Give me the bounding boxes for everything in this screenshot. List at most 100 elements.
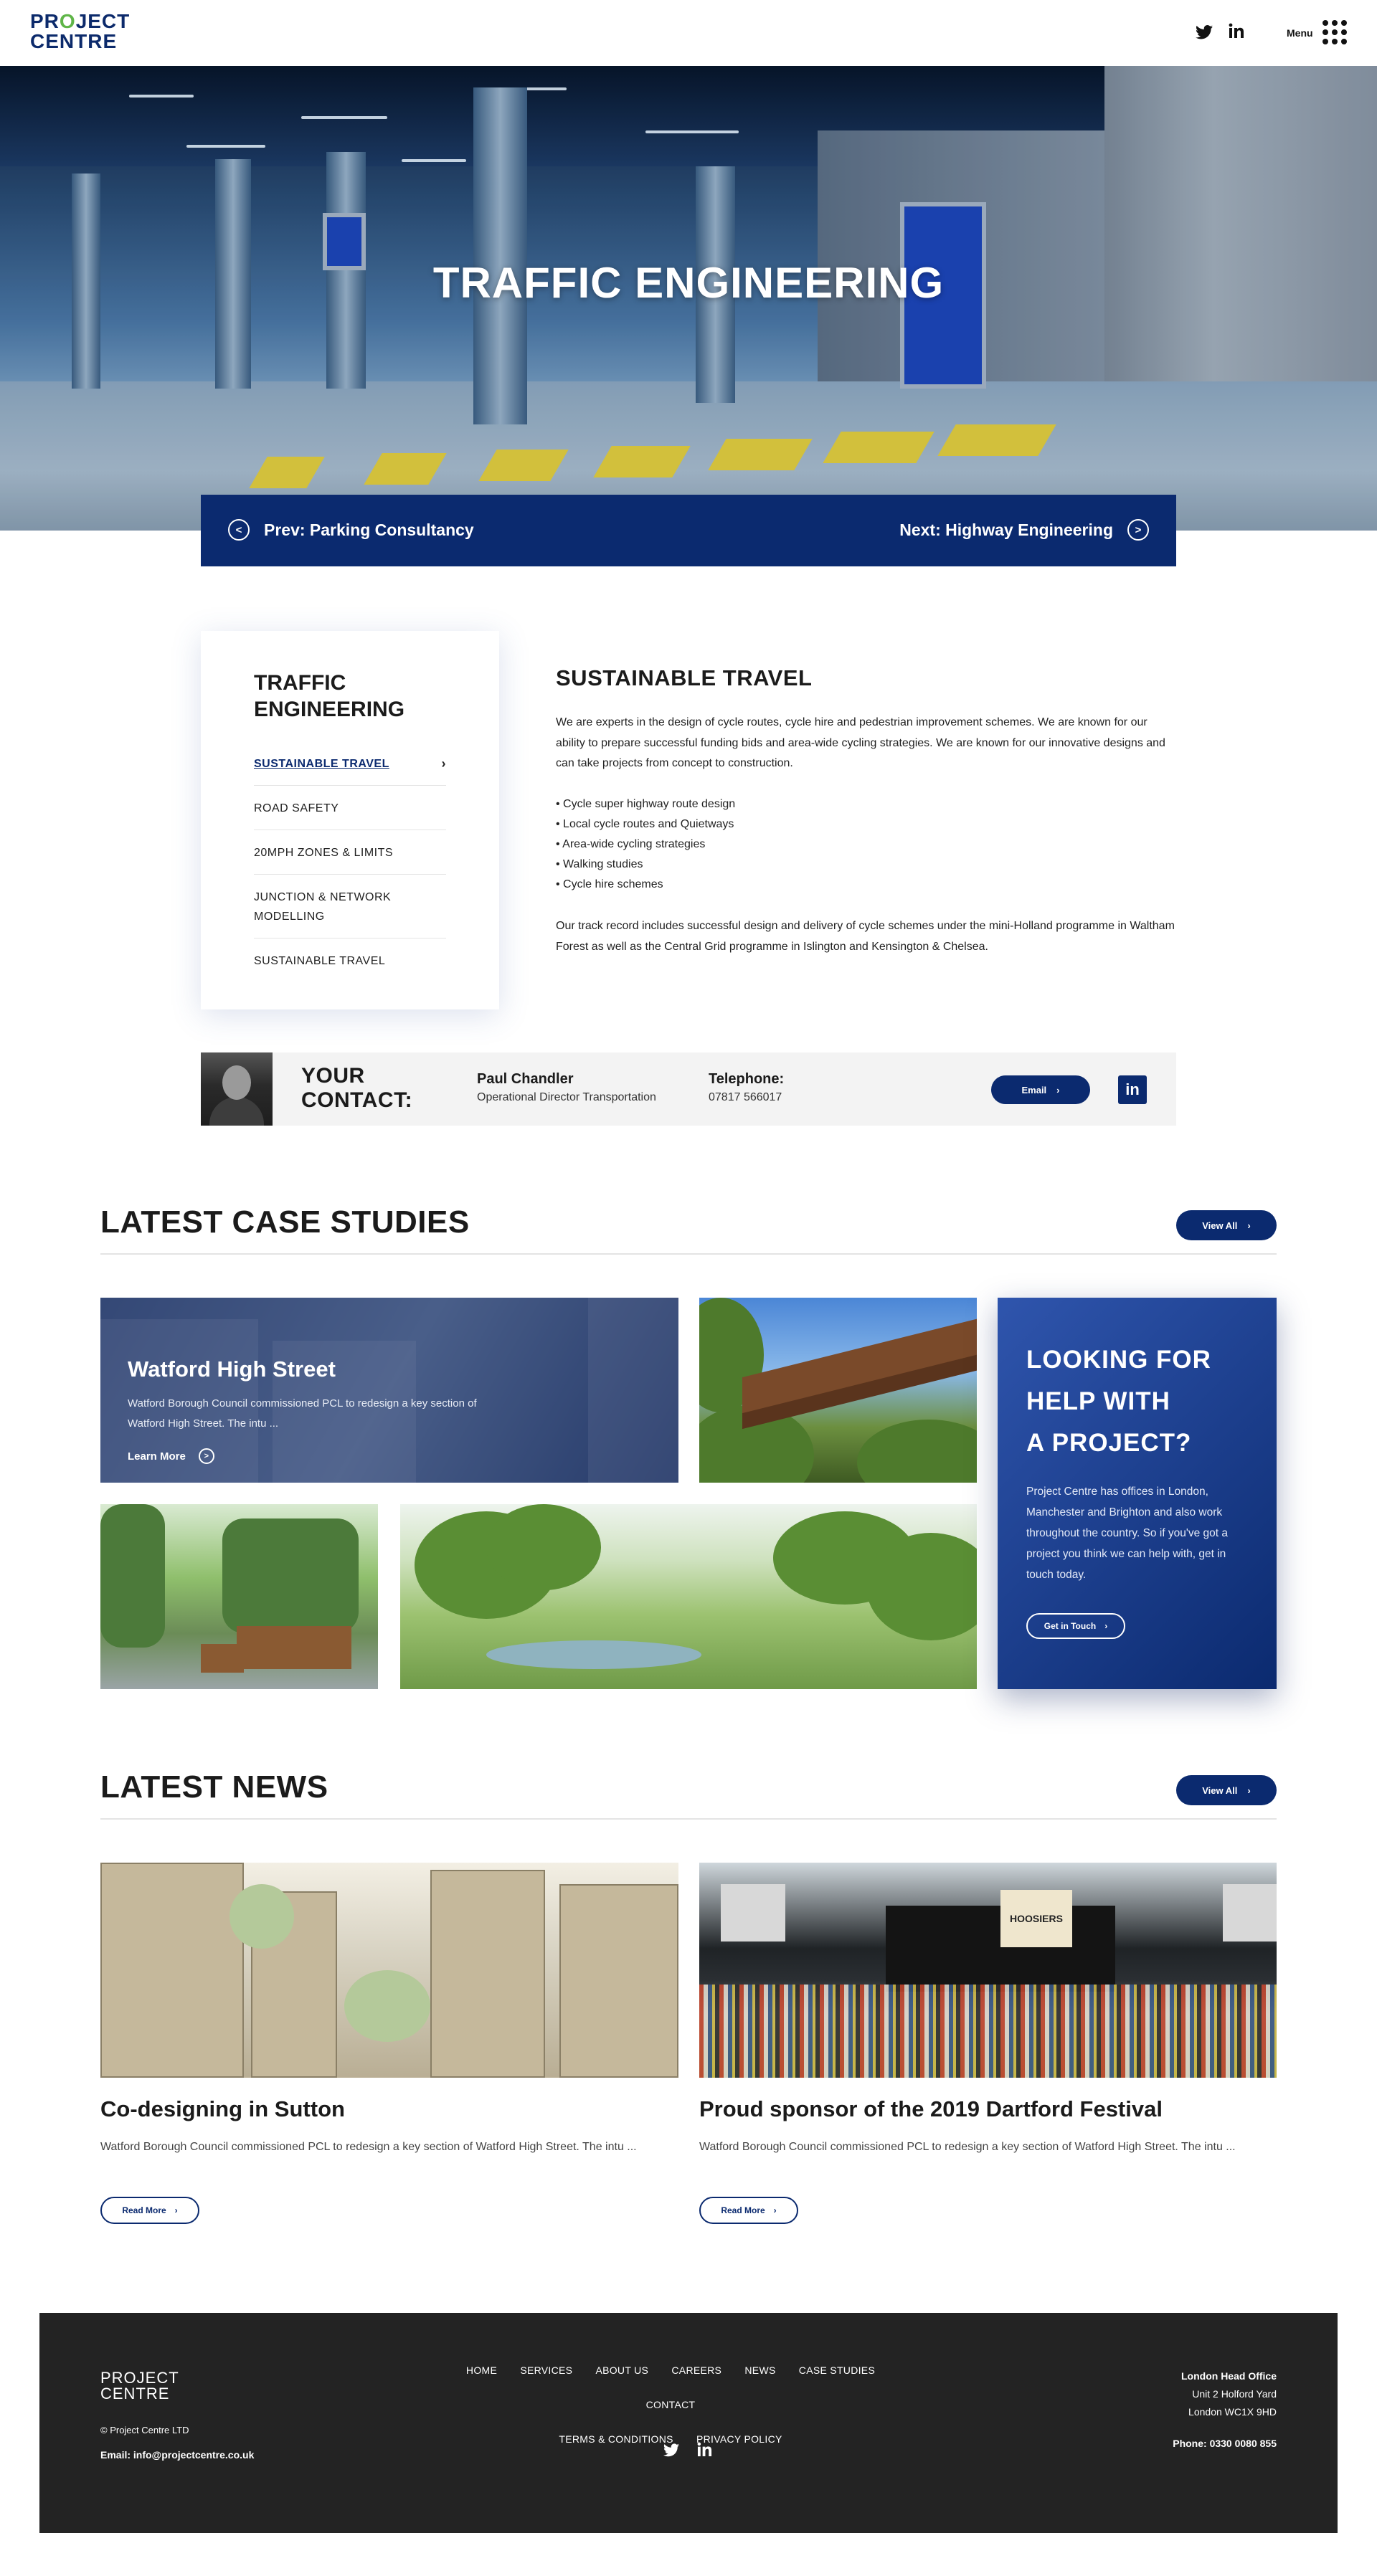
menu-label[interactable]: Menu [1287, 27, 1313, 39]
chevron-right-icon: › [174, 2205, 178, 2215]
contact-telephone-label: Telephone: [709, 1071, 785, 1087]
news-item-title[interactable]: Proud sponsor of the 2019 Dartford Festi… [699, 2096, 1163, 2122]
chevron-right-icon: › [1056, 1084, 1060, 1095]
sidebar-item-label: ROAD SAFETY [254, 802, 339, 814]
get-in-touch-button[interactable]: Get in Touch › [1026, 1613, 1125, 1639]
next-service-label: Next: Highway Engineering [899, 520, 1113, 539]
list-item: • Cycle hire schemes [556, 878, 663, 890]
footer-link-about-us[interactable]: ABOUT US [595, 2364, 648, 2376]
chevron-right-icon: › [441, 756, 446, 771]
logo-line1: PROJECT [30, 10, 131, 32]
linkedin-icon[interactable] [1229, 23, 1244, 39]
help-cta-card: LOOKING FOR HELP WITH A PROJECT? Project C… [998, 1298, 1277, 1689]
sidebar-item-road-safety[interactable]: ROAD SAFETY [254, 786, 446, 830]
sidebar-item-label: 20MPH ZONES & LIMITS [254, 847, 394, 859]
view-all-label: View All [1202, 1220, 1238, 1231]
footer-link-news[interactable]: NEWS [744, 2364, 775, 2376]
footer-logo-line2: CENTRE [100, 2385, 170, 2402]
news-item-title[interactable]: Co-designing in Sutton [100, 2096, 345, 2122]
site-footer: PROJECT CENTRE © Project Centre LTD Emai… [39, 2313, 1338, 2533]
contact-name: Paul Chandler [477, 1071, 574, 1087]
festival-banner: HOOSIERS [1000, 1890, 1072, 1947]
case-study-park-image[interactable] [400, 1504, 977, 1689]
contact-telephone[interactable]: 07817 566017 [709, 1091, 782, 1104]
list-item: • Cycle super highway route design [556, 798, 736, 810]
chevron-right-icon: › [1247, 1220, 1251, 1231]
sidebar-item-label: SUSTAINABLE TRAVEL [254, 955, 386, 967]
footer-email[interactable]: Email: info@projectcentre.co.uk [100, 2449, 254, 2461]
footer-phone[interactable]: Phone: 0330 0080 855 [1173, 2438, 1277, 2449]
footer-social [663, 2442, 712, 2462]
content-intro: We are experts in the design of cycle ro… [556, 716, 1165, 769]
contact-heading-text: YOUR CONTACT: [301, 1064, 413, 1112]
content-bullet-list: • Cycle super highway route design • Loc… [556, 794, 1180, 895]
news-title: LATEST NEWS [100, 1769, 328, 1805]
get-in-touch-label: Get in Touch [1044, 1621, 1097, 1631]
case-study-learn-more-link[interactable]: Learn More > [128, 1448, 214, 1464]
footer-link-terms[interactable]: TERMS & CONDITIONS [559, 2433, 673, 2445]
prev-service-link[interactable]: < Prev: Parking Consultancy [228, 519, 474, 541]
address-line: London WC1X 9HD [1188, 2406, 1277, 2418]
footer-link-careers[interactable]: CAREERS [671, 2364, 721, 2376]
footer-logo[interactable]: PROJECT CENTRE [100, 2370, 179, 2402]
footer-link-contact[interactable]: CONTACT [646, 2399, 696, 2410]
case-study-parklet-image[interactable] [100, 1504, 378, 1689]
chevron-right-icon: › [1247, 1784, 1251, 1796]
content-title: SUSTAINABLE TRAVEL [556, 665, 813, 690]
chevron-right-icon: › [1104, 1621, 1108, 1631]
news-read-more-button[interactable]: Read More › [699, 2197, 798, 2224]
contact-email-button[interactable]: Email › [991, 1075, 1090, 1104]
address-line: Unit 2 Holford Yard [1192, 2388, 1277, 2400]
service-sidebar: TRAFFIC ENGINEERING SUSTAINABLE TRAVEL ›… [201, 631, 499, 1009]
learn-more-label: Learn More [128, 1450, 186, 1463]
list-item: • Walking studies [556, 858, 643, 870]
contact-role: Operational Director Transportation [477, 1091, 656, 1103]
contact-bar: YOUR CONTACT: Paul Chandler Operational D… [201, 1052, 1176, 1126]
news-image-sutton[interactable] [100, 1863, 678, 2078]
footer-link-home[interactable]: HOME [466, 2364, 497, 2376]
help-cta-title-text: LOOKING FOR HELP WITH A PROJECT? [1026, 1346, 1211, 1457]
news-image-festival[interactable]: HOOSIERS [699, 1863, 1277, 2078]
sidebar-menu: SUSTAINABLE TRAVEL › ROAD SAFETY 20MPH Z… [254, 754, 446, 982]
section-divider [100, 1818, 1277, 1820]
list-item: • Local cycle routes and Quietways [556, 818, 734, 830]
contact-avatar [201, 1052, 273, 1126]
site-header: PROJECT CENTRE Menu [0, 0, 1377, 66]
help-cta-title: LOOKING FOR HELP WITH A PROJECT? [1026, 1339, 1256, 1464]
news-item-excerpt: Watford Borough Council commissioned PCL… [100, 2141, 637, 2153]
twitter-icon[interactable] [663, 2443, 679, 2457]
next-service-link[interactable]: Next: Highway Engineering > [899, 519, 1149, 541]
footer-link-case-studies[interactable]: CASE STUDIES [799, 2364, 875, 2376]
read-more-label: Read More [122, 2205, 166, 2215]
case-study-excerpt: Watford Borough Council commissioned PCL… [128, 1397, 477, 1430]
chevron-left-icon: < [228, 519, 250, 541]
news-read-more-button[interactable]: Read More › [100, 2197, 199, 2224]
sidebar-item-20mph-zones[interactable]: 20MPH ZONES & LIMITS [254, 830, 446, 875]
content-outro: Our track record includes successful des… [556, 920, 1175, 953]
case-study-bridge-image[interactable] [699, 1298, 977, 1483]
site-logo[interactable]: PROJECT CENTRE [30, 11, 130, 52]
twitter-icon[interactable] [1196, 24, 1213, 40]
email-button-label: Email [1021, 1084, 1047, 1095]
sidebar-item-label: SUSTAINABLE TRAVEL [254, 758, 389, 770]
linkedin-icon[interactable] [697, 2442, 712, 2457]
chevron-right-icon: > [198, 1448, 214, 1464]
menu-grid-icon[interactable] [1322, 20, 1347, 44]
hero-title: TRAFFIC ENGINEERING [432, 259, 945, 307]
sidebar-title: TRAFFIC ENGINEERING [254, 671, 405, 721]
case-study-featured[interactable]: Watford High Street Watford Borough Coun… [100, 1298, 678, 1483]
case-studies-title: LATEST CASE STUDIES [100, 1204, 470, 1240]
sidebar-item-sustainable-travel[interactable]: SUSTAINABLE TRAVEL › [254, 754, 446, 786]
address-heading: London Head Office [1181, 2370, 1277, 2382]
prev-service-label: Prev: Parking Consultancy [264, 520, 474, 539]
sidebar-item-sustainable-travel-2[interactable]: SUSTAINABLE TRAVEL [254, 938, 446, 982]
footer-link-services[interactable]: SERVICES [520, 2364, 572, 2376]
footer-address: London Head Office Unit 2 Holford Yard L… [1181, 2367, 1277, 2421]
linkedin-icon[interactable]: in [1118, 1075, 1147, 1104]
chevron-right-icon: › [773, 2205, 777, 2215]
news-view-all-button[interactable]: View All › [1176, 1775, 1277, 1805]
case-studies-view-all-button[interactable]: View All › [1176, 1210, 1277, 1240]
logo-line2: CENTRE [30, 30, 118, 52]
prev-next-bar: < Prev: Parking Consultancy Next: Highwa… [201, 495, 1176, 566]
sidebar-item-junction-modelling[interactable]: JUNCTION & NETWORK MODELLING [254, 875, 446, 938]
